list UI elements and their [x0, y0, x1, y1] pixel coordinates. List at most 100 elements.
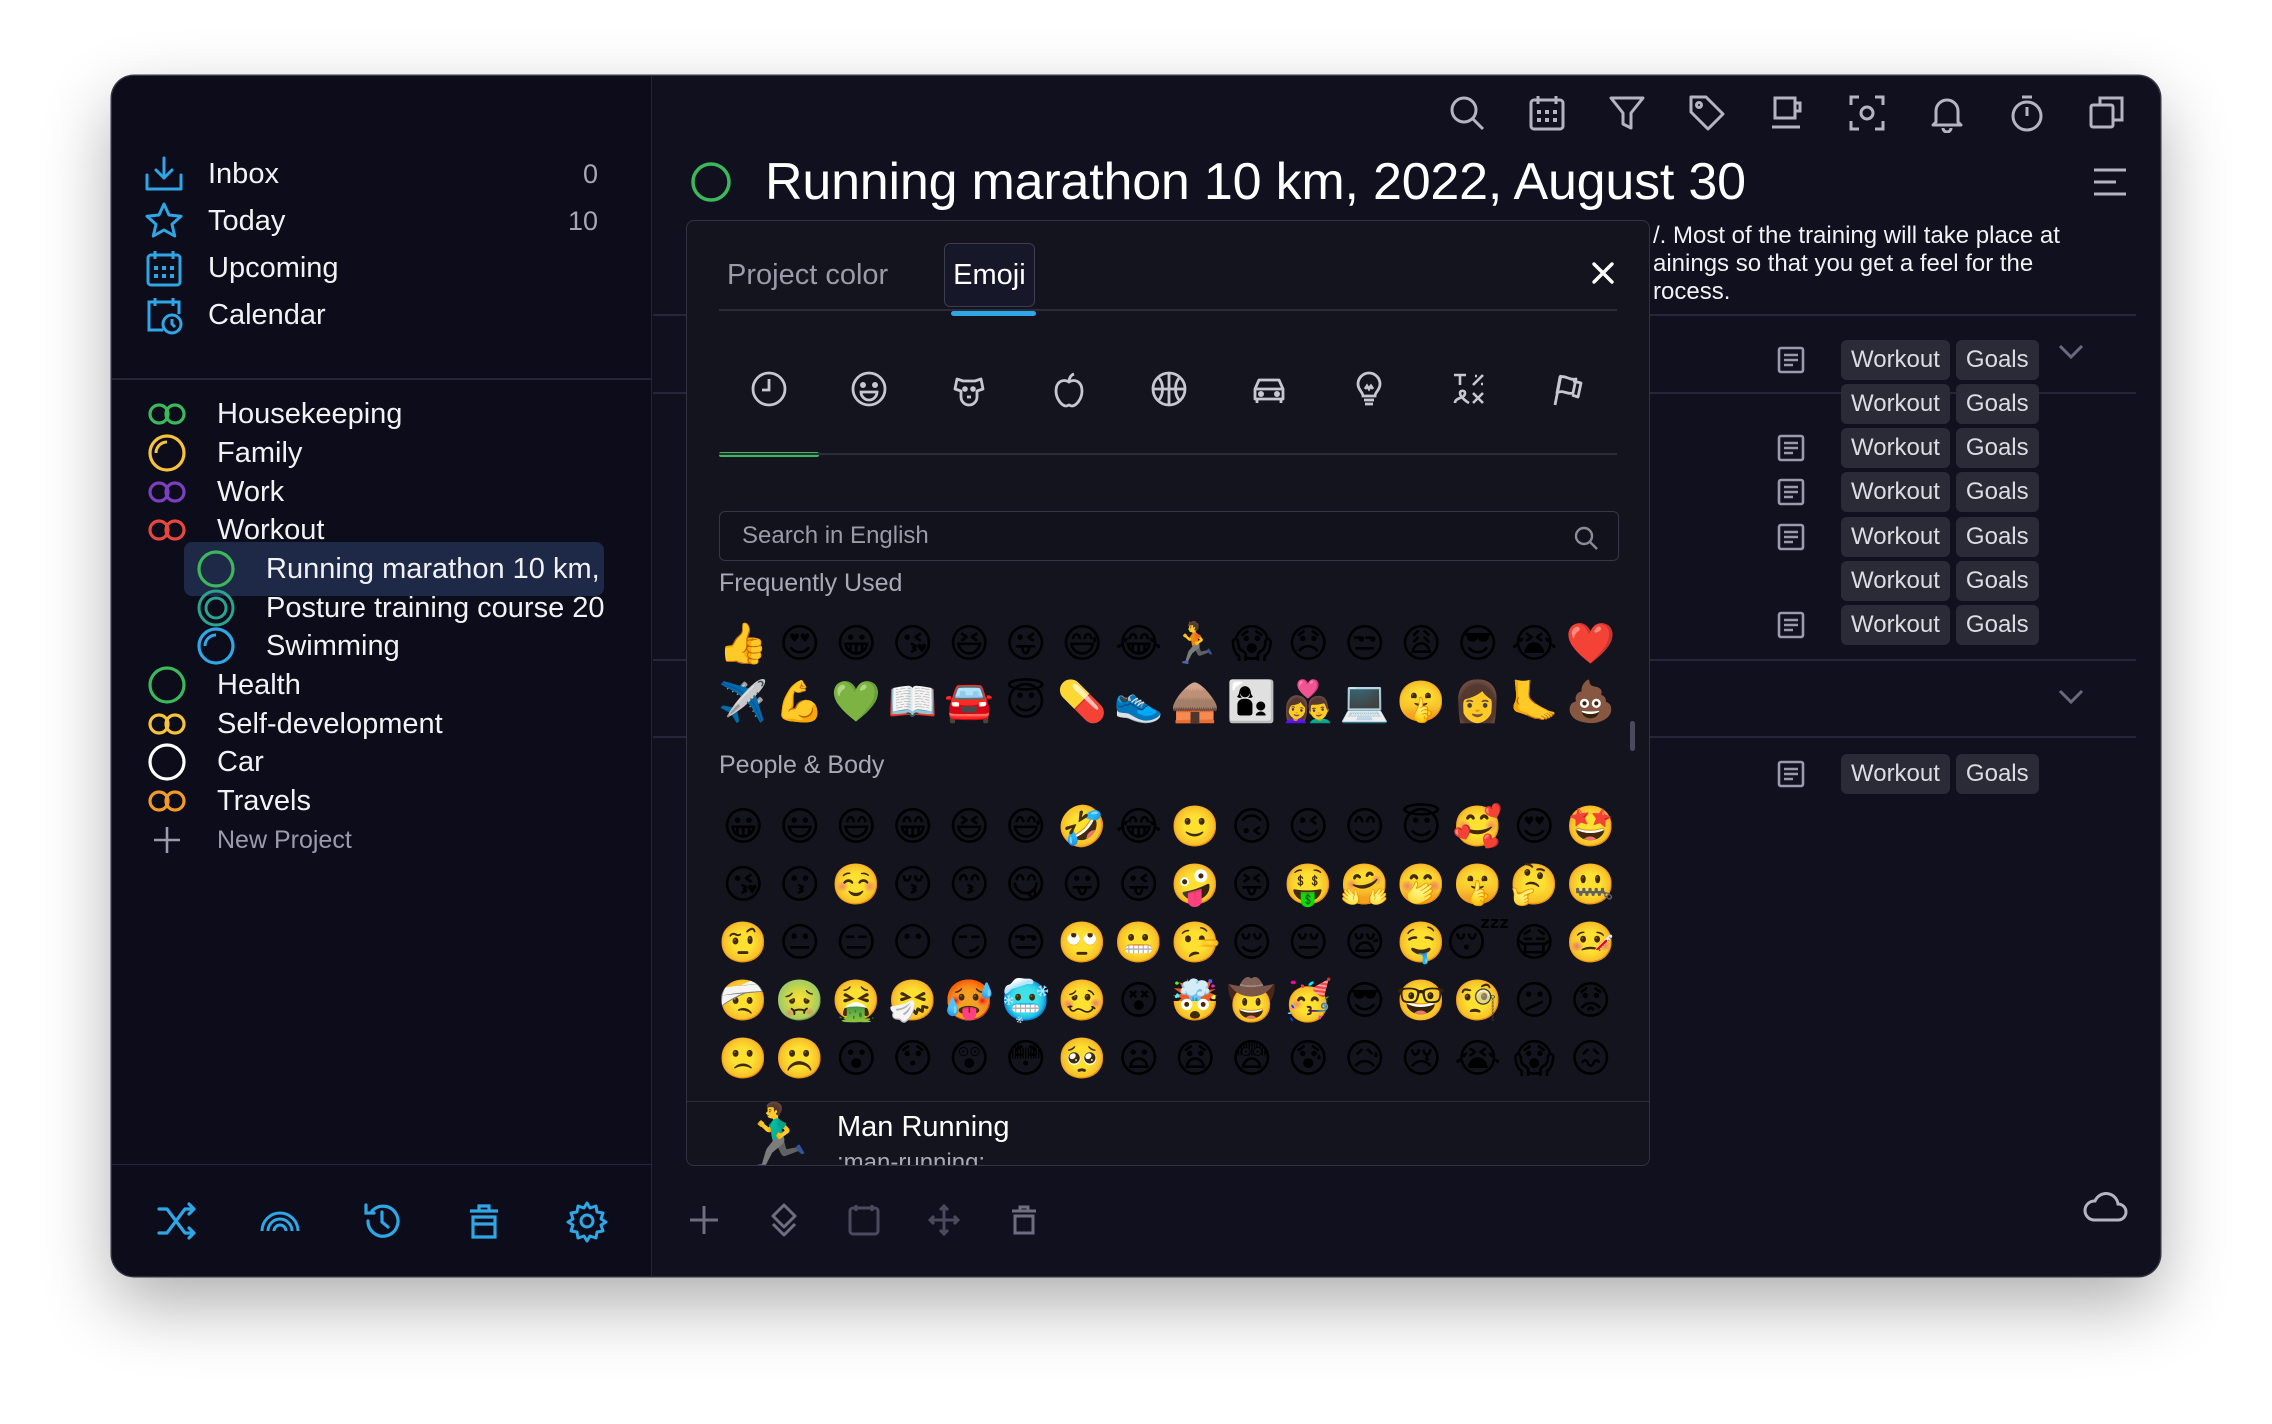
emoji-cell[interactable]: 😥 — [1337, 1030, 1394, 1088]
emoji-cell[interactable]: 😒 — [998, 914, 1055, 972]
tag-workout[interactable]: Workout — [1841, 472, 1950, 512]
emoji-cell[interactable]: ✈️ — [715, 673, 772, 731]
emoji-cell[interactable]: 😂 — [1111, 798, 1168, 856]
emoji-cell[interactable]: 😌 — [1224, 914, 1281, 972]
bell-icon[interactable] — [1924, 90, 1970, 136]
emoji-cell[interactable]: 👩‍👦 — [1224, 673, 1281, 731]
emoji-cell[interactable]: ❤️ — [1563, 615, 1620, 673]
emoji-cell[interactable]: 🛖 — [1167, 673, 1224, 731]
emoji-search-field[interactable] — [719, 511, 1619, 561]
objects-bulb-icon[interactable] — [1319, 323, 1419, 455]
chevron-down-icon[interactable] — [2054, 334, 2088, 368]
emoji-cell[interactable]: 💊 — [1054, 673, 1111, 731]
emoji-cell[interactable]: 😁 — [885, 798, 942, 856]
emoji-cell[interactable]: 😪 — [1337, 914, 1394, 972]
emoji-cell[interactable]: 💚 — [828, 673, 885, 731]
tag-workout[interactable]: Workout — [1841, 428, 1950, 468]
emoji-cell[interactable]: ☹️ — [772, 1030, 829, 1088]
emoji-cell[interactable]: 😎 — [1337, 972, 1394, 1030]
tag-goals[interactable]: Goals — [1955, 472, 2039, 512]
emoji-cell[interactable]: 😉 — [1280, 798, 1337, 856]
smiley-icon[interactable] — [819, 323, 919, 455]
task-row[interactable]: Workout Goals — [1773, 752, 2045, 796]
emoji-cell[interactable]: 🥶 — [998, 972, 1055, 1030]
tag-icon[interactable] — [1684, 90, 1730, 136]
trash-icon[interactable] — [460, 1197, 508, 1245]
emoji-cell[interactable]: 🤠 — [1224, 972, 1281, 1030]
task-row[interactable]: Workout Goals — [1773, 338, 2045, 382]
emoji-cell[interactable]: 😋 — [998, 856, 1055, 914]
emoji-cell[interactable]: 😙 — [941, 856, 998, 914]
emoji-cell[interactable]: 🥰 — [1450, 798, 1507, 856]
emoji-cell[interactable]: 😚 — [885, 856, 942, 914]
gear-icon[interactable] — [563, 1197, 611, 1245]
tag-goals[interactable]: Goals — [1955, 428, 2039, 468]
tag-goals[interactable]: Goals — [1955, 605, 2039, 645]
tab-emoji[interactable]: Emoji — [944, 243, 1036, 316]
task-row[interactable]: Workout Goals — [1773, 559, 2045, 603]
emoji-cell[interactable]: 🚘 — [941, 673, 998, 731]
task-row[interactable]: Workout Goals — [1773, 603, 2045, 647]
emoji-cell[interactable]: 🤯 — [1167, 972, 1224, 1030]
chevron-down-icon[interactable] — [2054, 679, 2088, 713]
tab-project-color[interactable]: Project color — [719, 243, 896, 307]
flags-icon[interactable] — [1519, 323, 1619, 455]
emoji-cell[interactable]: 🧐 — [1450, 972, 1507, 1030]
emoji-cell[interactable]: 😩 — [1393, 615, 1450, 673]
priority-icon[interactable] — [761, 1197, 807, 1243]
emoji-cell[interactable]: 😧 — [1167, 1030, 1224, 1088]
tag-workout[interactable]: Workout — [1841, 754, 1950, 794]
emoji-cell[interactable]: 😀 — [828, 615, 885, 673]
emoji-cell[interactable]: 🥴 — [1054, 972, 1111, 1030]
emoji-search-input[interactable] — [742, 522, 1562, 550]
emoji-cell[interactable]: 😳 — [998, 1030, 1055, 1088]
emoji-cell[interactable]: 🤫 — [1393, 673, 1450, 731]
emoji-cell[interactable]: 💻 — [1337, 673, 1394, 731]
emoji-cell[interactable]: 👩‍❤️‍👨 — [1280, 673, 1337, 731]
emoji-cell[interactable]: 🤭 — [1393, 856, 1450, 914]
activity-ball-icon[interactable] — [1119, 323, 1219, 455]
task-row[interactable]: Workout Goals — [1773, 470, 2045, 514]
cup-icon[interactable] — [1764, 90, 1810, 136]
tag-workout[interactable]: Workout — [1841, 605, 1950, 645]
task-row[interactable]: Workout Goals — [1773, 426, 2045, 470]
emoji-cell[interactable]: 😜 — [1111, 856, 1168, 914]
emoji-cell[interactable]: 👟 — [1111, 673, 1168, 731]
timer-icon[interactable] — [2004, 90, 2050, 136]
travel-car-icon[interactable] — [1219, 323, 1319, 455]
tag-goals[interactable]: Goals — [1955, 561, 2039, 601]
recent-clock-icon[interactable] — [719, 323, 819, 457]
emoji-cell[interactable]: 😮 — [828, 1030, 885, 1088]
emoji-cell[interactable]: 🤑 — [1280, 856, 1337, 914]
emoji-cell[interactable]: 😟 — [1563, 972, 1620, 1030]
emoji-cell[interactable]: 😅 — [1054, 615, 1111, 673]
emoji-cell[interactable]: 😀 — [715, 798, 772, 856]
tag-goals[interactable]: Goals — [1955, 517, 2039, 557]
emoji-cell[interactable]: 😯 — [885, 1030, 942, 1088]
emoji-cell[interactable]: 😆 — [941, 615, 998, 673]
emoji-cell[interactable]: 🤗 — [1337, 856, 1394, 914]
trash-icon[interactable] — [1001, 1197, 1047, 1243]
emoji-cell[interactable]: 😭 — [1506, 615, 1563, 673]
cloud-sync-icon[interactable] — [2080, 1182, 2130, 1232]
scrollbar-thumb[interactable] — [1630, 721, 1635, 751]
tag-workout[interactable]: Workout — [1841, 340, 1950, 380]
close-icon[interactable] — [1581, 251, 1625, 295]
emoji-cell[interactable]: 🤤 — [1393, 914, 1450, 972]
emoji-cell[interactable]: 🤩 — [1563, 798, 1620, 856]
search-icon[interactable] — [1444, 90, 1490, 136]
symbols-icon[interactable] — [1419, 323, 1519, 455]
calendar-icon[interactable] — [1524, 90, 1570, 136]
emoji-cell[interactable]: 🤣 — [1054, 798, 1111, 856]
emoji-cell[interactable]: 😕 — [1506, 972, 1563, 1030]
emoji-cell[interactable]: 🤔 — [1506, 856, 1563, 914]
task-row[interactable]: Workout Goals — [1773, 382, 2045, 426]
emoji-cell[interactable]: 😎 — [1450, 615, 1507, 673]
emoji-cell[interactable]: 😗 — [772, 856, 829, 914]
emoji-cell[interactable]: 🥺 — [1054, 1030, 1111, 1088]
emoji-cell[interactable]: 👍 — [715, 615, 772, 673]
emoji-cell[interactable]: 😴 — [1446, 914, 1510, 972]
emoji-cell[interactable]: 🤨 — [715, 914, 772, 972]
emoji-cell[interactable]: 🤧 — [885, 972, 942, 1030]
emoji-cell[interactable]: 😝 — [1224, 856, 1281, 914]
